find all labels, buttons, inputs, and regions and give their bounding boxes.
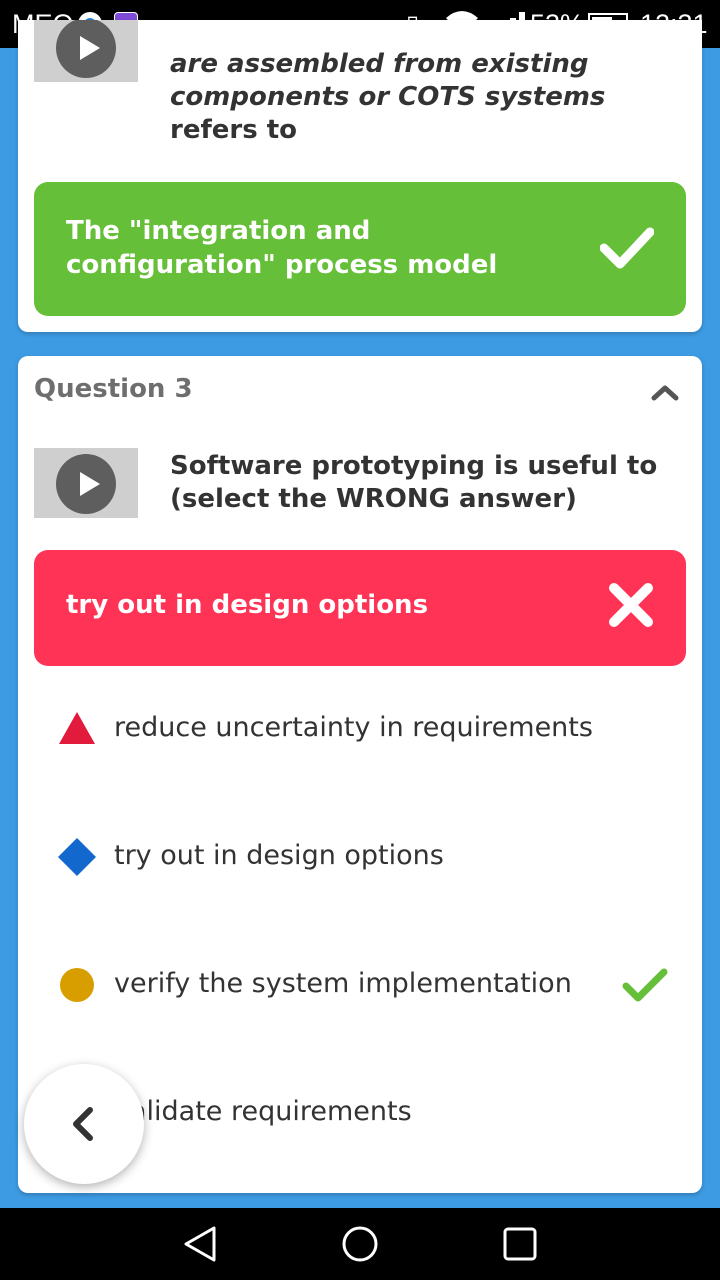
answer-option-text: verify the system implementation [114,968,572,999]
recents-nav-icon[interactable] [500,1224,540,1268]
answer-option-3: verify the system implementation [18,956,702,1016]
previous-question-card: are assembled from existing components o… [18,20,702,332]
play-icon[interactable] [56,454,116,514]
correct-checkmark-icon [622,968,668,1008]
back-nav-icon[interactable] [180,1224,220,1268]
diamond-icon [58,838,96,876]
answer-option-text: validate requirements [114,1096,412,1127]
previous-question-text-rest: refers to [170,115,298,145]
collapse-chevron-icon[interactable] [650,382,680,406]
back-fab-button[interactable] [24,1064,144,1184]
answer-option-text: reduce uncertainty in requirements [114,712,593,743]
triangle-icon [58,710,96,748]
question-media-thumbnail[interactable] [34,448,138,518]
previous-question-text: are assembled from existing components o… [170,48,690,147]
answer-option-2: try out in design options [18,828,702,888]
circle-icon [58,966,96,1004]
play-icon[interactable] [56,20,116,78]
home-nav-icon[interactable] [340,1224,380,1268]
cross-icon [608,582,654,637]
selected-answer-box: try out in design options [34,550,686,666]
question-card: Question 3 Software prototyping is usefu… [18,356,702,1193]
previous-correct-answer-text: The "integration and configuration" proc… [66,216,498,280]
checkmark-icon [599,226,655,279]
previous-correct-answer-box: The "integration and configuration" proc… [34,182,686,316]
previous-question-text-italic: are assembled from existing components o… [170,49,606,112]
selected-answer-text: try out in design options [66,590,429,620]
question-text: Software prototyping is useful to (selec… [170,451,658,514]
answer-option-1: reduce uncertainty in requirements [18,700,702,760]
chevron-left-icon[interactable] [68,1104,98,1144]
answer-option-text: try out in design options [114,840,444,871]
previous-question-media-thumbnail[interactable] [34,20,138,82]
system-navigation-bar [0,1208,720,1280]
question-label: Question 3 [34,374,193,404]
